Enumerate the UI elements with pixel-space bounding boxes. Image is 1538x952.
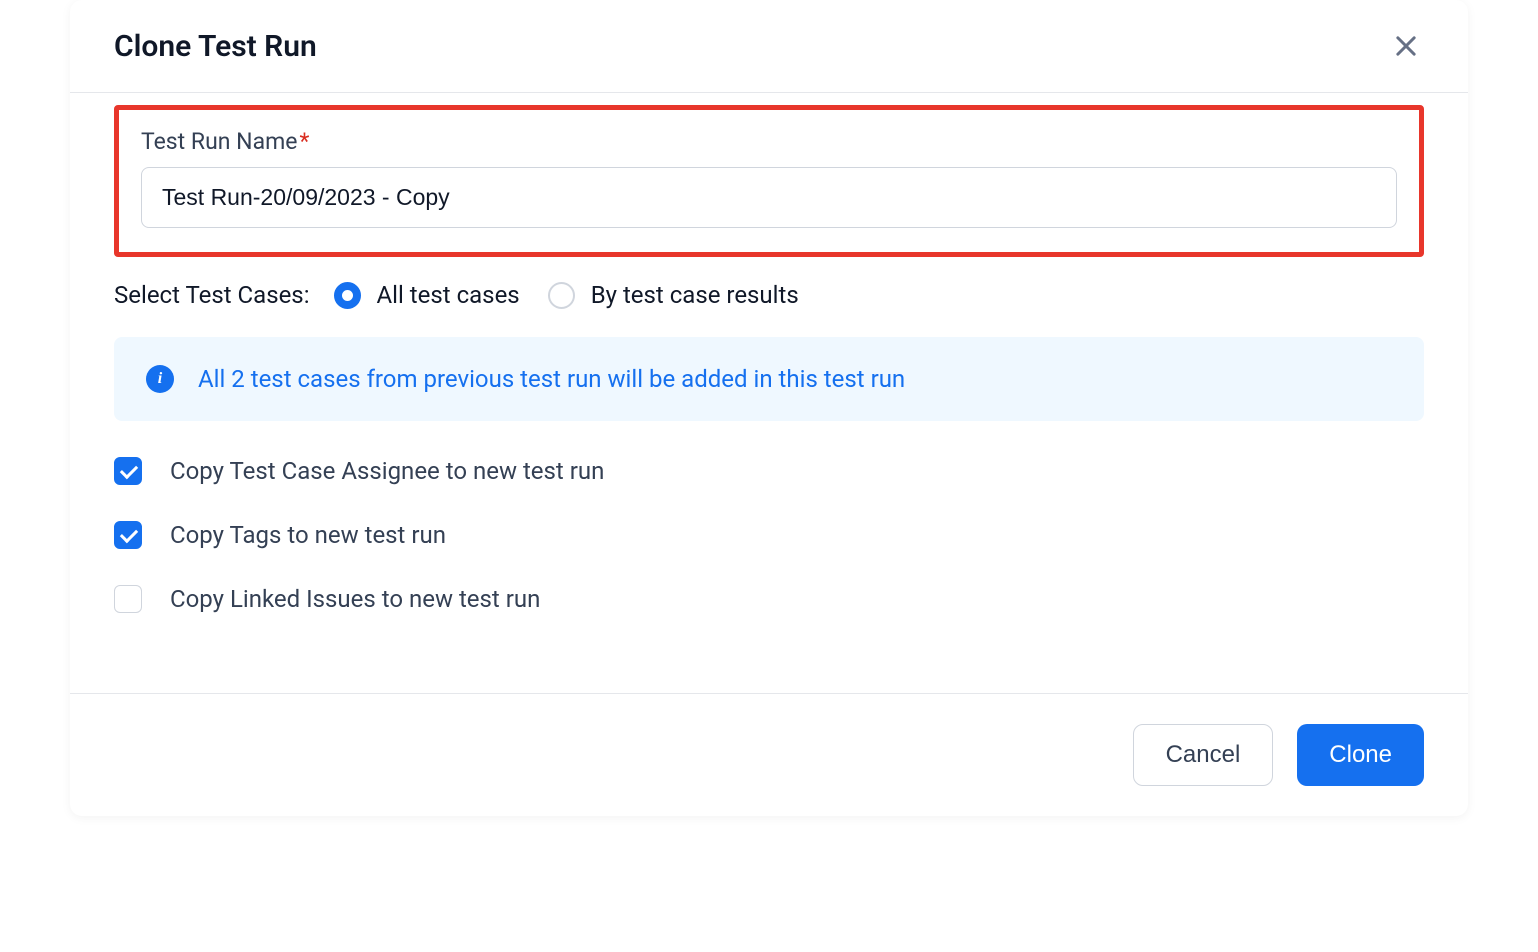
cancel-button[interactable]: Cancel	[1133, 724, 1274, 786]
modal-header: Clone Test Run	[70, 0, 1468, 93]
clone-test-run-modal: Clone Test Run Test Run Name* Select Tes…	[70, 0, 1468, 816]
checkbox-tags-input[interactable]	[114, 521, 142, 549]
test-run-name-input[interactable]	[141, 167, 1397, 228]
select-test-cases-label: Select Test Cases:	[114, 281, 310, 309]
checkbox-copy-tags[interactable]: Copy Tags to new test run	[114, 521, 1424, 549]
checkbox-assignee-input[interactable]	[114, 457, 142, 485]
radio-by-results-input[interactable]	[548, 282, 575, 309]
name-field-highlight: Test Run Name*	[114, 105, 1424, 257]
radio-by-results[interactable]: By test case results	[548, 281, 799, 309]
clone-button[interactable]: Clone	[1297, 724, 1424, 786]
checkbox-assignee-label: Copy Test Case Assignee to new test run	[170, 457, 604, 485]
modal-body: Test Run Name* Select Test Cases: All te…	[70, 93, 1468, 693]
required-asterisk: *	[299, 128, 309, 155]
close-button[interactable]	[1388, 28, 1424, 64]
name-label-text: Test Run Name	[141, 128, 297, 155]
radio-all-label: All test cases	[377, 281, 520, 309]
info-banner: i All 2 test cases from previous test ru…	[114, 337, 1424, 421]
checkbox-copy-assignee[interactable]: Copy Test Case Assignee to new test run	[114, 457, 1424, 485]
select-test-cases-row: Select Test Cases: All test cases By tes…	[114, 281, 1424, 309]
info-icon: i	[146, 365, 174, 393]
close-icon	[1392, 32, 1420, 60]
checkbox-issues-input[interactable]	[114, 585, 142, 613]
radio-all-input[interactable]	[334, 282, 361, 309]
radio-all-test-cases[interactable]: All test cases	[334, 281, 520, 309]
info-message: All 2 test cases from previous test run …	[198, 365, 905, 393]
modal-title: Clone Test Run	[114, 29, 317, 64]
checkbox-issues-label: Copy Linked Issues to new test run	[170, 585, 540, 613]
checkbox-tags-label: Copy Tags to new test run	[170, 521, 446, 549]
modal-footer: Cancel Clone	[70, 693, 1468, 816]
test-run-name-label: Test Run Name*	[141, 128, 1397, 155]
checkbox-copy-issues[interactable]: Copy Linked Issues to new test run	[114, 585, 1424, 613]
radio-by-results-label: By test case results	[591, 281, 799, 309]
